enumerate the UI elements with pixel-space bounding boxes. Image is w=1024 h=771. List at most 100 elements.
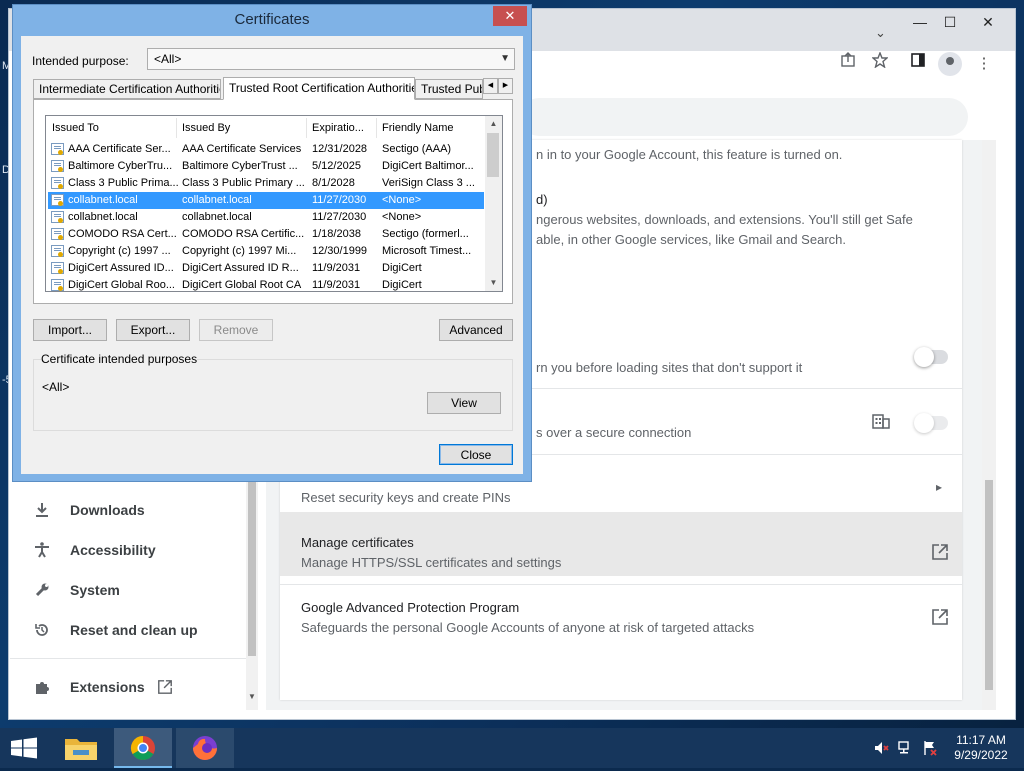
certificate-row[interactable]: AAA Certificate Ser... AAA Certificate Se… — [48, 141, 484, 158]
more-menu-icon[interactable]: ⋮ — [972, 52, 996, 76]
certificate-cell: 8/1/2028 — [312, 177, 355, 189]
https-first-toggle[interactable] — [914, 347, 948, 367]
sidebar-item-reset[interactable]: Reset and clean up — [30, 618, 198, 642]
column-header-expiration[interactable]: Expiratio... — [312, 122, 364, 134]
advanced-button[interactable]: Advanced — [439, 319, 513, 341]
tab-scroll-left-icon[interactable]: ◀ — [483, 78, 498, 94]
certificate-cell: 11/9/2031 — [312, 262, 361, 274]
certificate-cell: Microsoft Timest... — [382, 245, 472, 257]
external-link-svg — [157, 680, 172, 694]
row-sub-text: n in to your Google Account, this featur… — [536, 147, 843, 162]
action-center-icon[interactable] — [922, 740, 938, 756]
chevron-right-icon[interactable]: ▸ — [936, 480, 942, 494]
list-scrollbar[interactable]: ▲ ▼ — [485, 116, 502, 291]
sidebar-scrollbar[interactable]: ▼ — [246, 480, 258, 710]
certificate-cell: Class 3 Public Prima... — [68, 177, 179, 189]
main-scrollbar-thumb[interactable] — [985, 480, 993, 690]
sidebar-item-accessibility[interactable]: Accessibility — [30, 538, 156, 562]
external-link-icon[interactable] — [931, 608, 949, 626]
external-link-icon[interactable] — [931, 543, 949, 561]
taskbar-file-explorer[interactable] — [52, 728, 110, 768]
wrench-svg — [35, 583, 49, 597]
certificate-row[interactable]: DigiCert Global Roo... DigiCert Global Ro… — [48, 277, 484, 291]
tab-trusted-publishers[interactable]: Trusted Publ — [415, 79, 483, 99]
external-link-icon — [157, 679, 173, 695]
certificate-icon — [51, 194, 64, 206]
scroll-up-arrow-icon[interactable]: ▲ — [485, 116, 502, 132]
export-button[interactable]: Export... — [116, 319, 190, 341]
minimize-button[interactable]: — — [903, 11, 937, 35]
side-panel-icon[interactable] — [906, 52, 930, 76]
certificate-cell: <None> — [382, 211, 422, 223]
certificate-row[interactable]: Class 3 Public Prima... Class 3 Public Pr… — [48, 175, 484, 192]
certificate-row[interactable]: collabnet.local collabnet.local 11/27/2030… — [48, 209, 484, 226]
start-button[interactable] — [0, 728, 48, 768]
maximize-button[interactable]: ☐ — [933, 11, 967, 35]
system-clock[interactable]: 11:17 AM 9/29/2022 — [946, 733, 1016, 763]
chevron-down-icon: ▼ — [500, 53, 510, 64]
list-scrollbar-thumb[interactable] — [487, 133, 499, 177]
close-window-button[interactable]: ✕ — [971, 11, 1005, 35]
certificate-cell: Baltimore CyberTrust ... — [182, 160, 298, 172]
row-sub-text: s over a secure connection — [536, 425, 692, 440]
column-header-friendly-name[interactable]: Friendly Name — [382, 122, 454, 134]
certificate-row[interactable]: collabnet.local collabnet.local 11/27/2030… — [48, 192, 484, 209]
remove-button[interactable]: Remove — [199, 319, 273, 341]
advanced-protection-title: Google Advanced Protection Program — [301, 600, 520, 615]
certificate-cell: 11/27/2030 — [312, 194, 367, 206]
certificate-row[interactable]: DigiCert Assured ID... DigiCert Assured I… — [48, 260, 484, 277]
certificate-cell: COMODO RSA Cert... — [68, 228, 177, 240]
share-icon[interactable] — [836, 52, 860, 76]
tab-search-dropdown[interactable]: ⌄ — [875, 25, 886, 41]
intended-purpose-value: <All> — [154, 52, 182, 66]
dialog-close-x-button[interactable]: ✕ — [493, 6, 527, 26]
certificate-cell: DigiCert Assured ID... — [68, 262, 174, 274]
view-button[interactable]: View — [427, 392, 501, 414]
scroll-down-arrow-icon[interactable]: ▼ — [485, 275, 502, 291]
certificate-cell: Copyright (c) 1997 ... — [68, 245, 171, 257]
column-header-issued-by[interactable]: Issued By — [182, 122, 230, 134]
sidebar-scrollbar-thumb[interactable] — [248, 480, 256, 656]
column-header-issued-to[interactable]: Issued To — [52, 122, 99, 134]
taskbar-chrome[interactable] — [114, 728, 172, 768]
taskbar-firefox[interactable] — [176, 728, 234, 768]
certificate-icon — [51, 143, 64, 155]
clock-time: 11:17 AM — [956, 733, 1006, 747]
sidebar-item-system[interactable]: System — [30, 578, 120, 602]
import-button[interactable]: Import... — [33, 319, 107, 341]
column-separator — [176, 118, 177, 138]
certificate-row[interactable]: COMODO RSA Cert... COMODO RSA Certific...… — [48, 226, 484, 243]
scroll-down-arrow-icon[interactable]: ▼ — [248, 692, 256, 701]
manage-certificates-subtitle: Manage HTTPS/SSL certificates and settin… — [301, 555, 562, 570]
certificate-cell: VeriSign Class 3 ... — [382, 177, 475, 189]
certificate-cell: DigiCert Baltimor... — [382, 160, 474, 172]
tab-trusted-root-ca[interactable]: Trusted Root Certification Authorities — [223, 77, 415, 100]
certificate-icon — [51, 279, 64, 291]
secure-dns-toggle[interactable] — [914, 413, 948, 433]
intended-purposes-value: <All> — [42, 380, 70, 394]
main-scrollbar[interactable] — [982, 140, 996, 710]
certificate-cell: Sectigo (formerl... — [382, 228, 469, 240]
sidebar-item-downloads[interactable]: Downloads — [30, 498, 145, 522]
star-icon-svg — [871, 51, 889, 69]
settings-search-input[interactable] — [520, 98, 968, 136]
profile-avatar-icon[interactable] — [938, 52, 962, 76]
certificate-cell: collabnet.local — [182, 194, 252, 206]
certificate-row[interactable]: Copyright (c) 1997 ... Copyright (c) 1997… — [48, 243, 484, 260]
certificate-cell: AAA Certificate Services — [182, 143, 302, 155]
external-link-svg — [932, 609, 948, 625]
network-icon[interactable] — [898, 740, 914, 756]
certificate-cell: 12/31/2028 — [312, 143, 368, 155]
sidebar-item-extensions[interactable]: Extensions — [30, 675, 173, 699]
manage-certificates-title: Manage certificates — [301, 535, 414, 550]
tab-scroll-right-icon[interactable]: ▶ — [498, 78, 513, 94]
certificate-row[interactable]: Baltimore CyberTru... Baltimore CyberTrus… — [48, 158, 484, 175]
tab-intermediate-ca[interactable]: Intermediate Certification Authorities — [33, 79, 221, 99]
puzzle-icon — [30, 675, 54, 699]
folder-icon — [65, 739, 97, 760]
volume-muted-icon[interactable] — [874, 740, 890, 756]
close-button[interactable]: Close — [439, 444, 513, 465]
bookmark-star-icon[interactable] — [868, 51, 892, 76]
certificate-icon — [51, 245, 64, 257]
intended-purpose-select[interactable]: <All> ▼ — [147, 48, 515, 70]
